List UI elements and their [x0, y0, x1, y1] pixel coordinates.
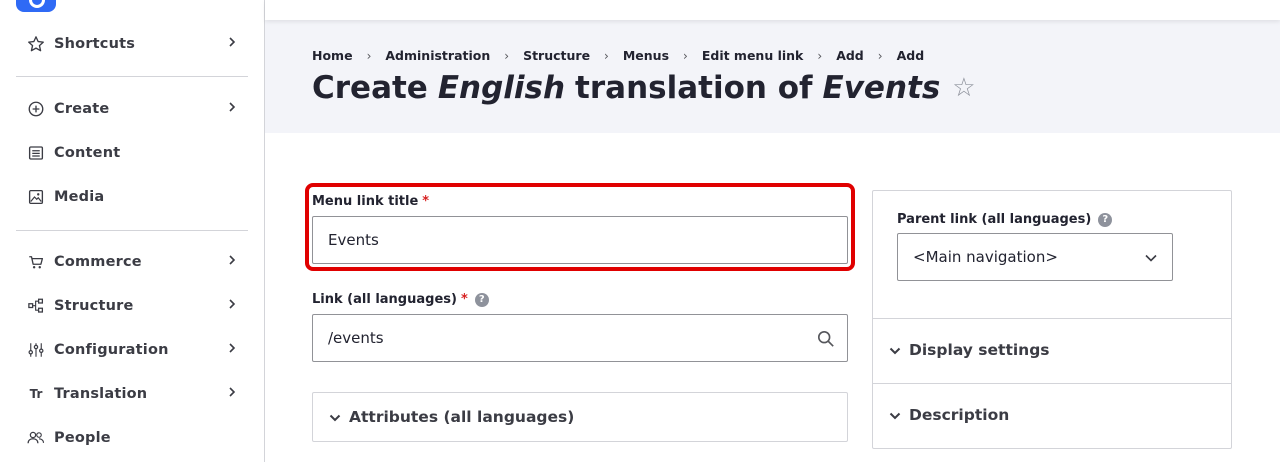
chevron-right-icon: [229, 102, 236, 112]
title-language: English: [437, 70, 566, 106]
breadcrumb: Home › Administration › Structure › Menu…: [312, 48, 924, 63]
sidebar-item-configuration[interactable]: Configuration: [26, 338, 241, 362]
breadcrumb-item-structure[interactable]: Structure: [523, 48, 590, 63]
chevron-down-icon: [889, 347, 901, 355]
link-label: Link (all languages) * ?: [312, 292, 489, 307]
breadcrumb-item-administration[interactable]: Administration: [385, 48, 490, 63]
sidebar-item-label: People: [54, 430, 111, 446]
parent-link-select[interactable]: <Main navigation>: [897, 233, 1173, 281]
sidebar-item-label: Shortcuts: [54, 36, 136, 52]
menu-link-title-value: Events: [328, 231, 379, 249]
title-entity: Events: [822, 70, 941, 106]
attributes-summary: Attributes (all languages): [349, 408, 575, 426]
breadcrumb-separator: ›: [504, 48, 510, 63]
breadcrumb-separator: ›: [366, 48, 372, 63]
top-toolbar: [265, 0, 1280, 20]
star-icon: [26, 34, 46, 54]
cart-icon: [26, 252, 46, 272]
chevron-down-icon: [329, 414, 341, 422]
breadcrumb-item-add[interactable]: Add: [836, 48, 864, 63]
menu-link-title-input[interactable]: Events: [312, 216, 848, 264]
sidebar-item-label: Translation: [54, 386, 148, 402]
search-icon: [817, 330, 834, 347]
breadcrumb-separator: ›: [604, 48, 609, 63]
required-marker: *: [460, 292, 468, 307]
parent-link-value: <Main navigation>: [913, 248, 1058, 266]
sidebar-item-shortcuts[interactable]: Shortcuts: [26, 32, 241, 56]
sidebar-item-label: Create: [54, 101, 110, 117]
chevron-right-icon: [229, 343, 236, 353]
sidebar-divider: [16, 76, 248, 77]
required-marker: *: [422, 194, 430, 209]
sidebar-item-people[interactable]: People: [26, 426, 241, 450]
description-details[interactable]: Description: [873, 384, 1231, 448]
display-settings-details[interactable]: Display settings: [873, 319, 1231, 382]
sliders-icon: [26, 340, 46, 360]
parent-link-label: Parent link (all languages) ?: [897, 212, 1113, 227]
sidebar-item-structure[interactable]: Structure: [26, 294, 241, 318]
breadcrumb-item-home[interactable]: Home: [312, 48, 353, 63]
sidebar-item-label: Commerce: [54, 254, 142, 270]
sidebar-item-label: Content: [54, 145, 121, 161]
help-icon[interactable]: ?: [1098, 212, 1113, 227]
sidebar-item-label: Structure: [54, 298, 134, 314]
title-prefix: Create: [312, 70, 428, 106]
sidebar-item-media[interactable]: Media: [26, 185, 241, 209]
chevron-right-icon: [229, 387, 236, 397]
breadcrumb-item-edit-menu-link[interactable]: Edit menu link: [702, 48, 804, 63]
breadcrumb-separator: ›: [683, 48, 688, 63]
description-summary: Description: [909, 406, 1010, 424]
people-icon: [26, 428, 46, 448]
page-header: Home › Administration › Structure › Menu…: [265, 20, 1280, 133]
link-input[interactable]: /events: [312, 314, 848, 362]
help-icon[interactable]: ?: [474, 292, 489, 307]
drupal-logo[interactable]: [16, 0, 56, 12]
attributes-details[interactable]: Attributes (all languages): [312, 392, 848, 442]
title-middle: translation of: [575, 70, 813, 106]
breadcrumb-separator: ›: [817, 48, 823, 63]
structure-icon: [26, 296, 46, 316]
plus-circle-icon: [26, 99, 46, 119]
document-icon: [26, 143, 46, 163]
sidebar-item-translation[interactable]: Tr Translation: [26, 382, 241, 406]
sidebar-item-create[interactable]: Create: [26, 97, 241, 121]
sidebar-item-label: Media: [54, 189, 105, 205]
sidebar-divider: [16, 230, 248, 231]
image-icon: [26, 187, 46, 207]
chevron-right-icon: [229, 37, 236, 47]
star-shortcut-icon[interactable]: ☆: [952, 73, 975, 103]
sidebar-item-content[interactable]: Content: [26, 141, 241, 165]
breadcrumb-separator: ›: [877, 48, 883, 63]
sidebar-item-commerce[interactable]: Commerce: [26, 250, 241, 274]
menu-link-title-label: Menu link title *: [312, 194, 429, 209]
menu-link-title-label-text: Menu link title: [312, 194, 419, 209]
link-label-text: Link (all languages): [312, 292, 457, 307]
sidebar-item-label: Configuration: [54, 342, 169, 358]
chevron-right-icon: [229, 255, 236, 265]
chevron-right-icon: [229, 299, 236, 309]
admin-sidebar: Shortcuts Create Content Media Commerce: [0, 0, 265, 462]
breadcrumb-item-add-2[interactable]: Add: [897, 48, 925, 63]
parent-link-label-text: Parent link (all languages): [897, 212, 1092, 227]
chevron-down-icon: [1145, 254, 1157, 262]
chevron-down-icon: [889, 412, 901, 420]
link-value: /events: [328, 329, 384, 347]
breadcrumb-item-menus[interactable]: Menus: [623, 48, 669, 63]
display-settings-summary: Display settings: [909, 341, 1050, 359]
page-title: Create English translation of Events ☆: [312, 70, 976, 106]
translation-icon: Tr: [29, 387, 43, 401]
